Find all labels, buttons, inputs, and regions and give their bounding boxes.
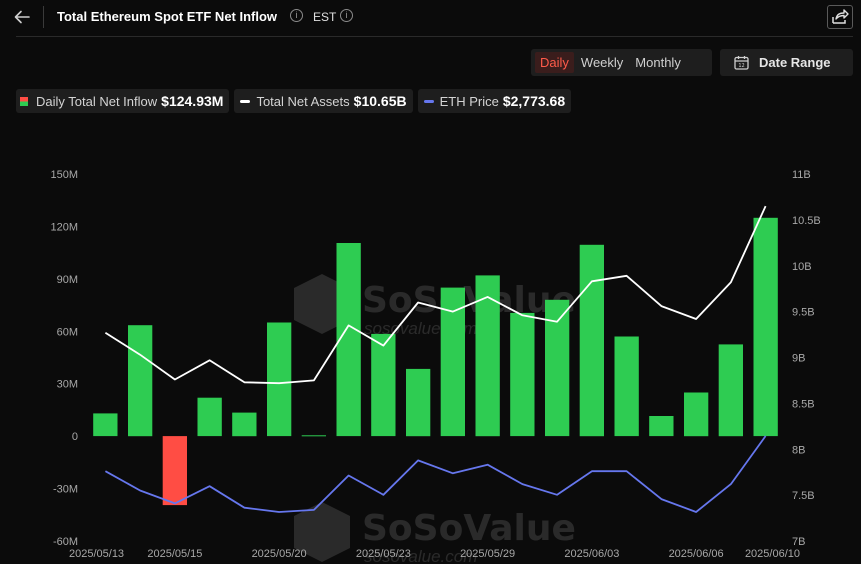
- x-tick-label: 2025/05/23: [356, 548, 411, 560]
- left-tick-label: 0: [72, 431, 78, 443]
- watermark-brand: SoSoValue: [362, 508, 576, 549]
- inflow-bar: [232, 412, 257, 437]
- watermark-brand: SoSoValue: [362, 280, 576, 321]
- right-tick-label: 7B: [792, 536, 805, 548]
- inflow-bar: [718, 344, 743, 437]
- inflow-bar: [93, 413, 118, 437]
- inflow-bar: [162, 436, 187, 506]
- watermark-bottom: SoSoValuesosovalue.com: [294, 502, 576, 564]
- x-tick-label: 2025/05/29: [460, 548, 515, 560]
- right-tick-label: 7.5B: [792, 490, 815, 502]
- inflow-bar: [267, 322, 292, 437]
- x-tick-label: 2025/05/15: [147, 548, 202, 560]
- x-tick-label: 2025/06/10: [745, 548, 800, 560]
- left-tick-label: 90M: [57, 274, 78, 286]
- left-tick-label: 120M: [50, 221, 78, 233]
- left-tick-label: -60M: [53, 536, 78, 548]
- right-tick-label: 10.5B: [792, 215, 821, 227]
- inflow-bar: [649, 416, 674, 437]
- inflow-chart: SoSoValuesosovalue.comSoSoValuesosovalue…: [50, 169, 821, 564]
- right-axis: 11B 10.5B 10B 9.5B 9B 8.5B 8B 7.5B 7B: [792, 169, 821, 548]
- inflow-bar: [197, 397, 222, 437]
- inflow-bar: [301, 435, 326, 437]
- left-tick-label: 60M: [57, 326, 78, 338]
- left-tick-label: -30M: [53, 484, 78, 496]
- x-tick-label: 2025/05/20: [252, 548, 307, 560]
- inflow-bar: [753, 217, 778, 437]
- eth-price-line: [104, 435, 767, 513]
- right-tick-label: 8B: [792, 444, 805, 456]
- left-tick-label: 150M: [50, 169, 78, 181]
- inflow-bar: [510, 312, 535, 437]
- inflow-bar: [128, 325, 153, 437]
- right-tick-label: 9B: [792, 353, 805, 365]
- x-tick-label: 2025/05/13: [69, 548, 124, 560]
- left-tick-label: 30M: [57, 379, 78, 391]
- x-tick-label: 2025/06/03: [564, 548, 619, 560]
- left-axis: 150M 120M 90M 60M 30M 0 -30M -60M: [50, 169, 78, 548]
- line-series: [104, 205, 767, 513]
- inflow-bar: [371, 333, 396, 437]
- right-tick-label: 9.5B: [792, 307, 815, 319]
- bar-series: [93, 217, 778, 506]
- right-tick-label: 10B: [792, 261, 812, 273]
- inflow-bar: [614, 336, 639, 437]
- right-tick-label: 11B: [792, 169, 811, 181]
- inflow-bar: [579, 244, 604, 437]
- right-tick-label: 8.5B: [792, 398, 815, 410]
- inflow-bar: [406, 368, 431, 437]
- x-tick-label: 2025/06/06: [669, 548, 724, 560]
- inflow-bar: [684, 392, 709, 437]
